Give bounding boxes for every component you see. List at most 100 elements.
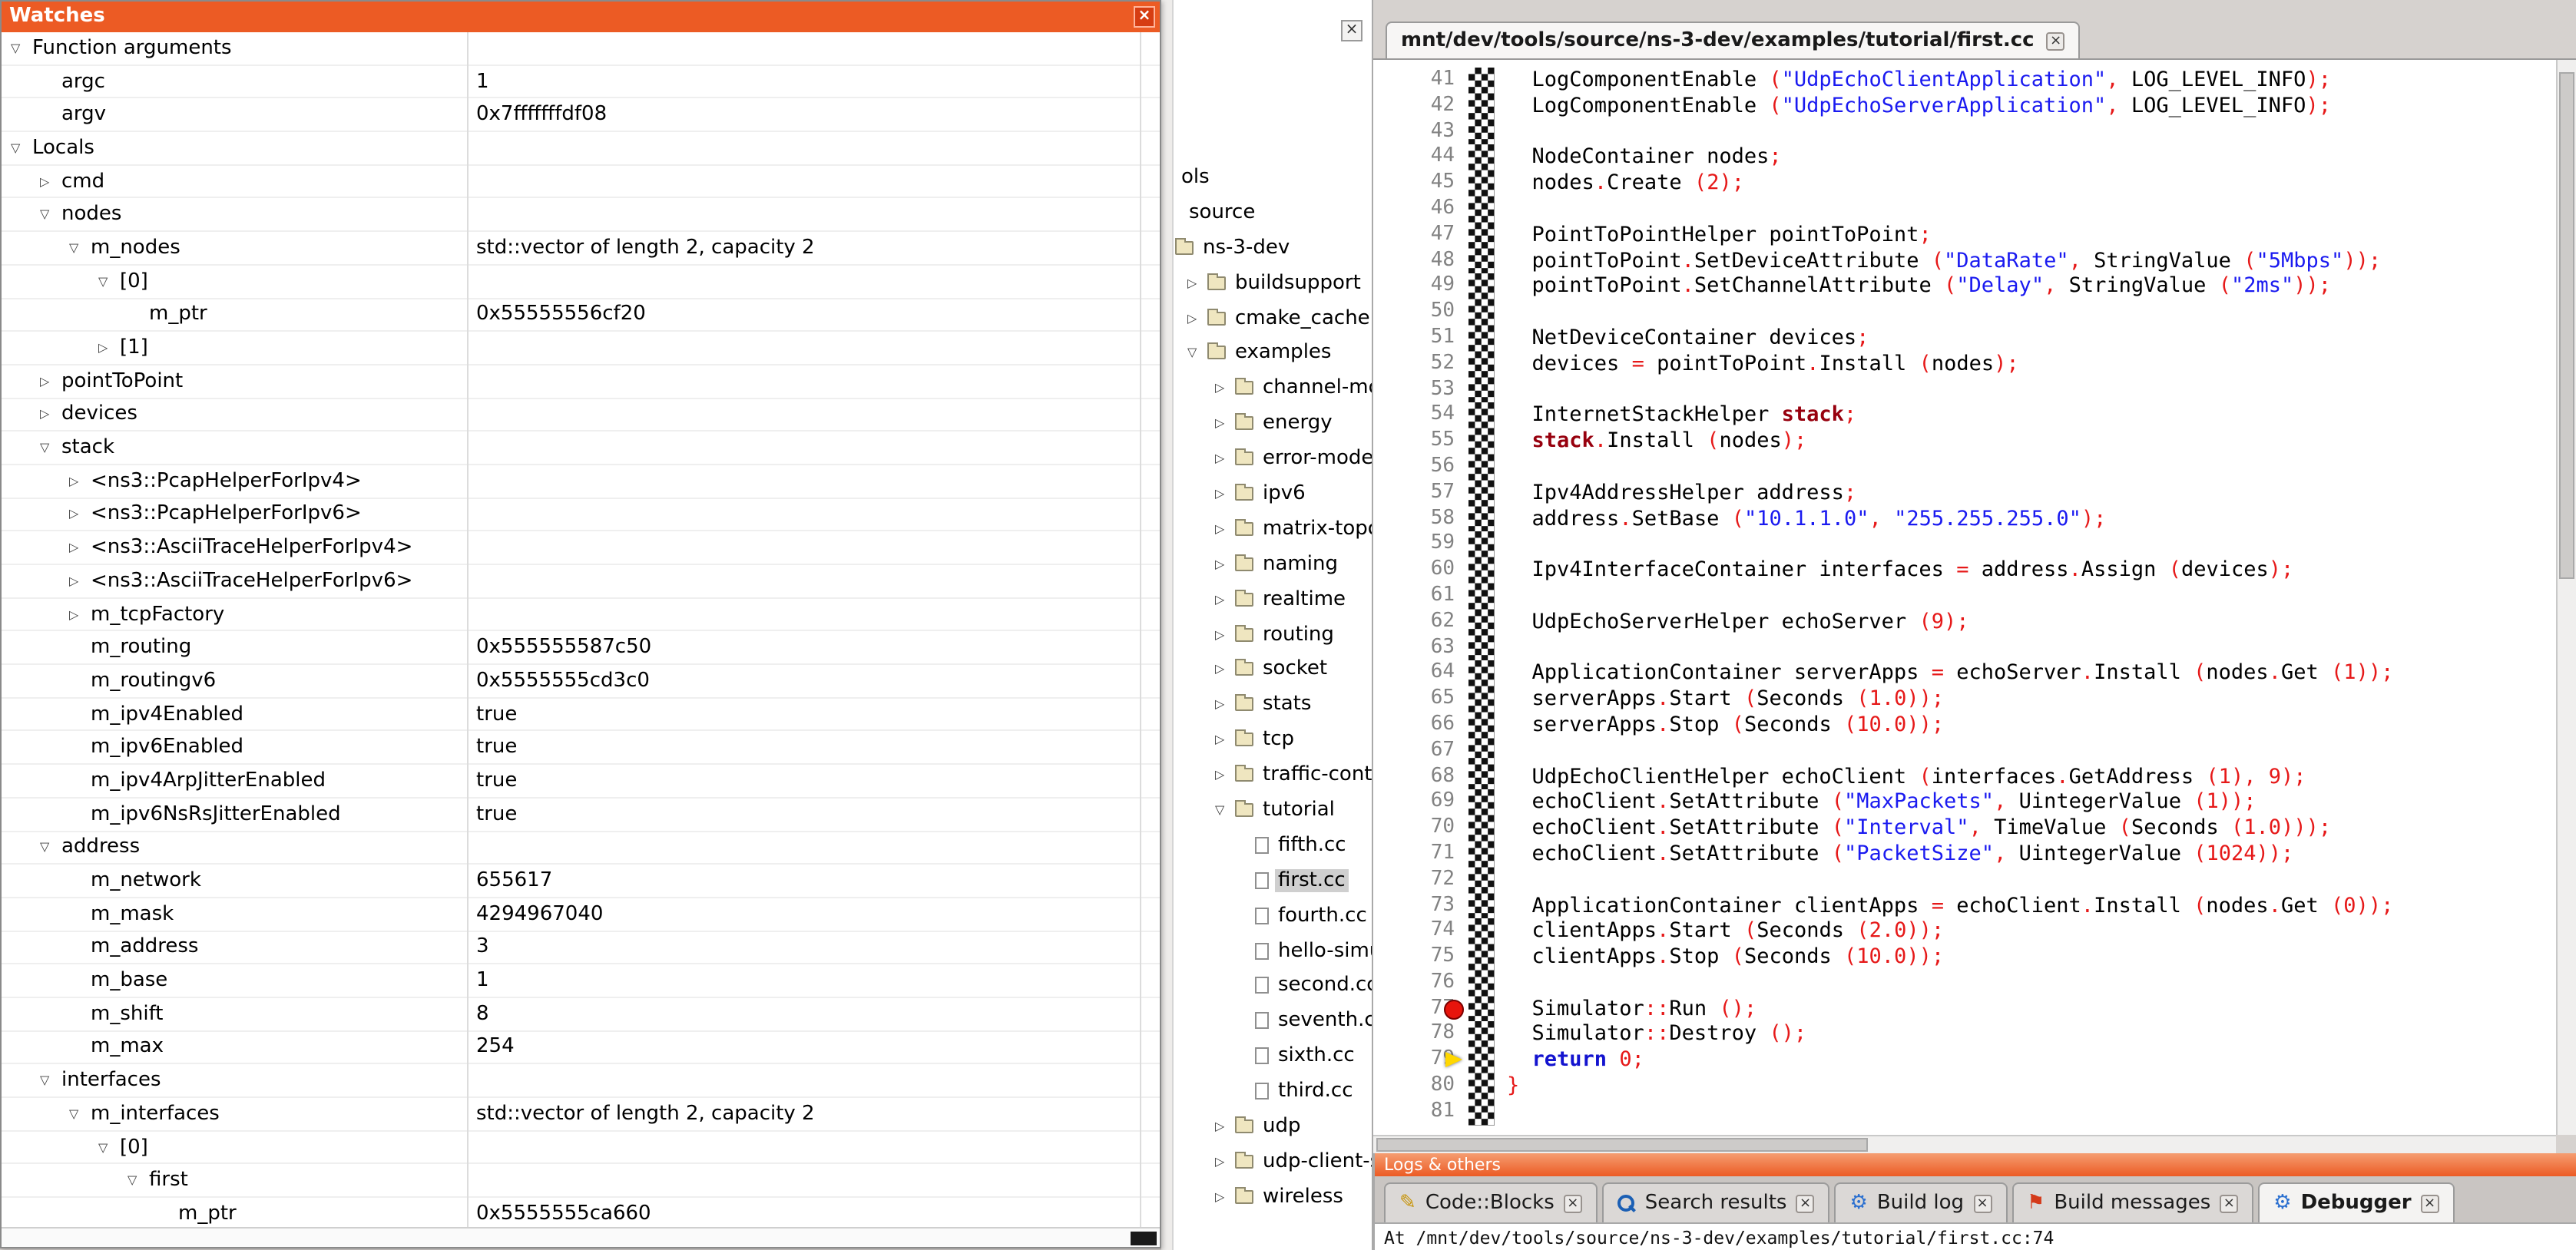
tree-item-udp[interactable]: ▷udp <box>1175 1109 1372 1144</box>
line-number[interactable]: 61 <box>1373 584 1468 610</box>
line-number[interactable]: 47 <box>1373 223 1468 249</box>
breakpoint-margin[interactable] <box>1468 377 1495 403</box>
breakpoint-margin[interactable] <box>1468 248 1495 274</box>
watch-row[interactable]: m_routing0x555555587c50 <box>2 632 1160 665</box>
watch-row[interactable]: ▽m_nodesstd::vector of length 2, capacit… <box>2 232 1160 265</box>
breakpoint-margin[interactable] <box>1468 996 1495 1022</box>
line-number[interactable]: 69 <box>1373 790 1468 816</box>
line-number[interactable]: 65 <box>1373 686 1468 713</box>
breakpoint-margin[interactable] <box>1468 223 1495 249</box>
code-line[interactable]: 43 <box>1373 119 2556 145</box>
watch-row[interactable]: ▷cmd <box>2 166 1160 199</box>
watch-row[interactable]: m_ipv6Enabledtrue <box>2 732 1160 765</box>
code-line[interactable]: 76 <box>1373 971 2556 997</box>
code-line[interactable]: 45 nodes.Create (2); <box>1373 170 2556 197</box>
breakpoint-icon[interactable] <box>1444 999 1464 1019</box>
watch-row[interactable]: m_ptr0x55555556cf20 <box>2 299 1160 332</box>
tab-debugger[interactable]: ⚙Debugger× <box>2258 1182 2454 1222</box>
code-line[interactable]: 61 <box>1373 584 2556 610</box>
watch-row[interactable]: ▷<ns3::PcapHelperForIpv6> <box>2 498 1160 531</box>
code-line[interactable]: 69 echoClient.SetAttribute ("MaxPackets"… <box>1373 790 2556 816</box>
watch-row[interactable]: m_network655617 <box>2 865 1160 898</box>
tree-expander-icon[interactable]: ▷ <box>1187 276 1207 289</box>
breakpoint-margin[interactable] <box>1468 686 1495 713</box>
watch-row[interactable]: ▽nodes <box>2 199 1160 232</box>
code-line[interactable]: 55 stack.Install (nodes); <box>1373 428 2556 455</box>
code-line[interactable]: 47 PointToPointHelper pointToPoint; <box>1373 223 2556 249</box>
code-line[interactable]: 70 echoClient.SetAttribute ("Interval", … <box>1373 815 2556 842</box>
breakpoint-margin[interactable] <box>1468 1100 1495 1126</box>
code-line[interactable]: 71 echoClient.SetAttribute ("PacketSize"… <box>1373 842 2556 868</box>
watch-row[interactable]: m_routingv60x5555555cd3c0 <box>2 665 1160 698</box>
watch-row[interactable]: ▽Function arguments <box>2 32 1160 65</box>
watch-row[interactable]: ▷<ns3::AsciiTraceHelperForIpv4> <box>2 532 1160 565</box>
watch-row[interactable]: m_mask4294967040 <box>2 898 1160 931</box>
tree-item-buildsupport[interactable]: ▷buildsupport <box>1175 265 1372 300</box>
scrollbar-thumb[interactable] <box>2559 72 2574 579</box>
breakpoint-margin[interactable] <box>1468 94 1495 120</box>
line-number[interactable]: 74 <box>1373 919 1468 945</box>
tree-item-socket[interactable]: ▷socket <box>1175 652 1372 687</box>
watch-row[interactable]: ▷[1] <box>2 332 1160 365</box>
close-icon[interactable]: × <box>2047 31 2065 50</box>
watch-row[interactable]: ▽interfaces <box>2 1065 1160 1098</box>
tree-expander-icon[interactable]: ▷ <box>1215 698 1235 712</box>
watch-row[interactable]: ▷devices <box>2 398 1160 432</box>
code-line[interactable]: 77 Simulator::Run (); <box>1373 996 2556 1022</box>
line-number[interactable]: 59 <box>1373 532 1468 558</box>
tree-item-naming[interactable]: ▷naming <box>1175 547 1372 582</box>
tree-item-energy[interactable]: ▷energy <box>1175 405 1372 441</box>
watch-row[interactable]: ▷pointToPoint <box>2 365 1160 398</box>
watch-row[interactable]: ▷<ns3::PcapHelperForIpv4> <box>2 465 1160 498</box>
tree-item-first-cc[interactable]: first.cc <box>1175 863 1372 898</box>
code-line[interactable]: 48 pointToPoint.SetDeviceAttribute ("Dat… <box>1373 248 2556 274</box>
close-icon[interactable]: × <box>1341 20 1362 41</box>
code-line[interactable]: 73 ApplicationContainer clientApps = ech… <box>1373 893 2556 919</box>
line-number[interactable]: 48 <box>1373 248 1468 274</box>
tree-expander-icon[interactable]: ▷ <box>1215 592 1235 606</box>
tree-expander-icon[interactable]: ▷ <box>1215 1119 1235 1133</box>
line-number[interactable]: 55 <box>1373 428 1468 455</box>
column-divider[interactable] <box>1140 32 1141 1227</box>
tree-expander-icon[interactable]: ▷ <box>69 574 91 588</box>
watch-row[interactable]: ▽[0] <box>2 1131 1160 1164</box>
tree-item-udp-client-ser[interactable]: ▷udp-client-ser <box>1175 1144 1372 1179</box>
close-icon[interactable]: × <box>2421 1194 2439 1212</box>
close-icon[interactable]: × <box>1796 1194 1815 1212</box>
line-number[interactable]: 44 <box>1373 145 1468 171</box>
tree-expander-icon[interactable]: ▷ <box>1215 487 1235 501</box>
tree-expander-icon[interactable]: ▽ <box>40 208 61 222</box>
line-number[interactable]: 41 <box>1373 68 1468 94</box>
tree-expander-icon[interactable]: ▷ <box>69 475 91 488</box>
tab-code-blocks[interactable]: ✎Code::Blocks× <box>1384 1182 1598 1222</box>
code-line[interactable]: 68 UdpEchoClientHelper echoClient (inter… <box>1373 764 2556 790</box>
breakpoint-margin[interactable] <box>1468 170 1495 197</box>
code-line[interactable]: 74 clientApps.Start (Seconds (2.0)); <box>1373 919 2556 945</box>
breakpoint-margin[interactable] <box>1468 635 1495 661</box>
breakpoint-margin[interactable] <box>1468 893 1495 919</box>
line-number[interactable]: 54 <box>1373 403 1468 429</box>
tree-item-seventh-cc[interactable]: seventh.cc <box>1175 1004 1372 1039</box>
tab-search-results[interactable]: Search results× <box>1602 1182 1830 1222</box>
tree-expander-icon[interactable]: ▽ <box>1187 346 1207 360</box>
code-line[interactable]: 51 NetDeviceContainer devices; <box>1373 326 2556 352</box>
line-number[interactable]: 43 <box>1373 119 1468 145</box>
watch-row[interactable]: ▽first <box>2 1165 1160 1198</box>
scrollbar-thumb[interactable] <box>1376 1138 1868 1152</box>
breakpoint-margin[interactable] <box>1468 842 1495 868</box>
scrollbar-thumb[interactable] <box>1131 1232 1157 1245</box>
watch-row[interactable]: ▽Locals <box>2 132 1160 165</box>
code-line[interactable]: 66 serverApps.Stop (Seconds (10.0)); <box>1373 713 2556 739</box>
line-number[interactable]: 73 <box>1373 893 1468 919</box>
watch-row[interactable]: ▷<ns3::AsciiTraceHelperForIpv6> <box>2 565 1160 598</box>
code-line[interactable]: 60 Ipv4InterfaceContainer interfaces = a… <box>1373 557 2556 584</box>
tree-expander-icon[interactable]: ▽ <box>127 1173 149 1187</box>
code-editor[interactable]: 41 LogComponentEnable ("UdpEchoClientApp… <box>1373 60 2556 1135</box>
watch-row[interactable]: m_ipv4ArpJitterEnabledtrue <box>2 765 1160 798</box>
line-number[interactable]: 53 <box>1373 377 1468 403</box>
tree-expander-icon[interactable]: ▽ <box>1215 803 1235 817</box>
tree-item-cmake-cache[interactable]: ▷cmake_cache <box>1175 300 1372 336</box>
watch-row[interactable]: ▽[0] <box>2 266 1160 299</box>
code-line[interactable]: 65 serverApps.Start (Seconds (1.0)); <box>1373 686 2556 713</box>
code-line[interactable]: 50 <box>1373 299 2556 326</box>
